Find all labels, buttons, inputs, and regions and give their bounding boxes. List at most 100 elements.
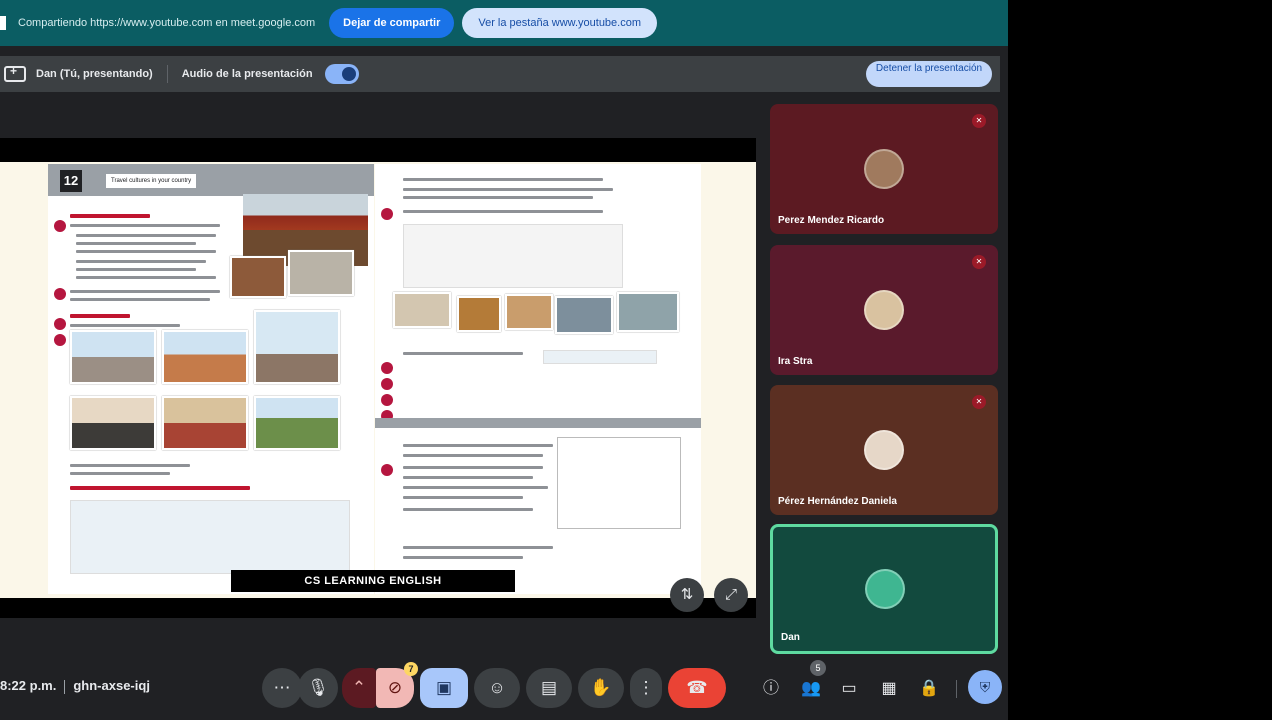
avatar (865, 569, 905, 609)
view-tab-button[interactable]: Ver la pestaña www.youtube.com (462, 8, 658, 38)
stop-sharing-button[interactable]: Dejar de compartir (329, 8, 455, 38)
exercise-number (54, 220, 66, 232)
exercise-number (381, 362, 393, 374)
activities-icon[interactable]: ▦ (878, 678, 900, 700)
more-options-icon[interactable]: ⋯ (262, 668, 302, 708)
exercise-number (381, 208, 393, 220)
text-line (76, 242, 196, 245)
pin-icon[interactable]: ⇅ (670, 578, 704, 612)
text-line (70, 324, 180, 327)
divider (64, 679, 66, 694)
text-line (76, 276, 216, 279)
camera-chevron-icon[interactable]: ⌃ (342, 668, 376, 708)
stop-presenting-button[interactable]: Detener la presentación (866, 61, 992, 87)
participant-tile[interactable]: ✕ Perez Mendez Ricardo (770, 104, 998, 234)
text-line (403, 556, 523, 559)
chat-icon[interactable]: ▭ (838, 678, 860, 700)
present-icon[interactable]: ▣ (420, 668, 468, 708)
exercise-number (381, 394, 393, 406)
wall-picture (254, 396, 340, 450)
avatar (864, 290, 904, 330)
heading-line (70, 486, 250, 490)
shield-icon[interactable]: ⛨ (968, 670, 1002, 704)
participant-name: Perez Mendez Ricardo (778, 215, 885, 226)
more-vert-icon[interactable]: ⋮ (630, 668, 662, 708)
notes-box (557, 437, 681, 529)
text-line (403, 210, 603, 213)
exercise-number (381, 378, 393, 390)
unit-number: 12 (60, 170, 82, 192)
market-picture (162, 396, 248, 450)
raise-hand-icon[interactable]: ✋ (578, 668, 624, 708)
text-line (403, 476, 533, 479)
speech-bubble (543, 350, 657, 364)
participant-tile-active-speaker[interactable]: Dan (770, 524, 998, 654)
divider (166, 65, 168, 83)
unit-title: Travel cultures in your country (106, 174, 197, 188)
text-line (403, 508, 533, 511)
mic-off-icon: ✕ (972, 395, 986, 409)
section-band (375, 418, 701, 428)
text-line (76, 250, 216, 253)
text-line (403, 178, 603, 181)
share-status-text: Compartiendo https://www.youtube.com en … (18, 17, 316, 29)
taj-mahal-photo (393, 292, 451, 328)
divider (956, 680, 957, 698)
participant-name: Pérez Hernández Daniela (778, 496, 897, 507)
chat-badge: 7 (404, 662, 418, 676)
tower-picture (254, 310, 340, 384)
mic-icon[interactable]: 🎙 (298, 668, 338, 708)
participant-tile[interactable]: ✕ Pérez Hernández Daniela (770, 385, 998, 515)
exercise-number (54, 288, 66, 300)
unit-header: 12 Travel cultures in your country (48, 164, 374, 196)
host-controls-icon[interactable]: 🔒 (918, 678, 940, 700)
participant-tile[interactable]: ✕ Ira Stra (770, 245, 998, 375)
fullscreen-icon[interactable]: ⤢ (714, 578, 748, 612)
heading-line (70, 314, 130, 318)
meeting-code: ghn-axse-iqj (73, 678, 150, 693)
exercise-number (381, 464, 393, 476)
landmark-photo (617, 292, 679, 332)
people-icon[interactable]: 👥 (800, 678, 822, 700)
shared-content: 12 Travel cultures in your country CS LE… (0, 162, 756, 598)
text-line (403, 546, 553, 549)
presenting-bar: Dan (Tú, presentando) Audio de la presen… (0, 56, 1000, 92)
heading-line (70, 214, 150, 218)
food-photo (230, 256, 286, 298)
text-line (403, 188, 613, 191)
video-caption: CS LEARNING ENGLISH (231, 570, 515, 592)
grammar-box (70, 500, 350, 574)
mic-off-icon: ✕ (972, 255, 986, 269)
textbook-page-right (375, 164, 701, 594)
landmark-photo (457, 296, 501, 332)
text-line (403, 486, 548, 489)
text-line (403, 466, 543, 469)
emoji-icon[interactable]: ☺ (474, 668, 520, 708)
text-line (403, 454, 543, 457)
text-line (70, 472, 170, 475)
tab-indicator-icon (0, 16, 6, 30)
text-line (70, 464, 190, 467)
participant-name: Dan (781, 632, 800, 643)
grammar-table (403, 224, 623, 288)
landmark-photo (505, 294, 553, 330)
text-line (70, 224, 220, 227)
meeting-time: 8:22 p.m. (0, 678, 57, 693)
text-line (76, 260, 206, 263)
presentation-audio-label: Audio de la presentación (181, 68, 313, 80)
avatar (864, 430, 904, 470)
info-icon[interactable]: ⓘ (760, 678, 782, 700)
presentation-stage: 12 Travel cultures in your country CS LE… (0, 138, 756, 618)
participant-name: Ira Stra (778, 356, 813, 367)
meet-window: Compartiendo https://www.youtube.com en … (0, 0, 1008, 720)
camera-off-icon[interactable]: ⊘ 7 (376, 662, 418, 708)
presentation-audio-toggle[interactable] (324, 64, 359, 84)
exercise-number (54, 334, 66, 346)
captions-icon[interactable]: ▤ (526, 668, 572, 708)
text-line (403, 196, 593, 199)
mic-off-icon: ✕ (972, 114, 986, 128)
control-bar: 8:22 p.m. ghn-axse-iqj ⋯ 🎙 ⌃ ⊘ 7 ▣ ☺ ▤ ✋ ⋮… (0, 660, 1008, 716)
share-banner: Compartiendo https://www.youtube.com en … (0, 0, 1008, 46)
leave-call-icon[interactable]: ☎ (668, 668, 726, 708)
presenter-name: Dan (Tú, presentando) (36, 68, 153, 80)
